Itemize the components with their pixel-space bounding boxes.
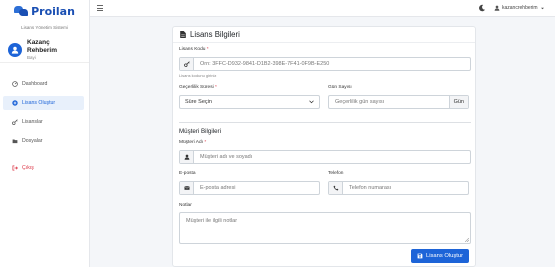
notes-placeholder: Müşteri ile ilgili notlar xyxy=(186,218,238,224)
license-code-label: Lisans Kodu * xyxy=(179,47,209,52)
brand-name: Proilan xyxy=(31,4,75,18)
notes-label: Notlar xyxy=(179,203,192,208)
user-menu[interactable]: kazancrehberim xyxy=(494,4,547,12)
customer-section-title: Müşteri Bilgileri xyxy=(179,128,221,135)
brand-subtitle: Lisans Yönetim Sistemi xyxy=(21,25,68,30)
dashboard-icon xyxy=(11,81,18,88)
card-header: Lisans Bilgileri xyxy=(173,27,475,43)
create-license-label: Lisans Oluştur xyxy=(425,253,464,259)
user-icon xyxy=(180,151,194,163)
user-role: Bayi xyxy=(27,54,36,60)
sidebar-item-dosyalar[interactable]: Dosyalar xyxy=(3,134,84,148)
user-icon xyxy=(11,46,19,54)
license-code-input[interactable] xyxy=(194,58,470,70)
validity-label: Geçerlilik Süresi * xyxy=(179,85,217,90)
document-icon xyxy=(180,31,186,38)
validity-select-value: Süre Seçin xyxy=(185,99,212,105)
key-icon xyxy=(11,119,18,126)
sidebar-item-label: Çıkış xyxy=(22,165,34,171)
email-field xyxy=(179,181,320,195)
save-icon xyxy=(417,253,423,259)
topbar-username: kazancrehberim xyxy=(502,5,538,11)
sidebar-item-lisans-olustur[interactable]: Lisans Oluştur xyxy=(3,96,84,110)
resize-grip-icon[interactable] xyxy=(465,238,469,242)
sidebar-item-label: Lisanslar xyxy=(22,119,43,125)
days-field: Gün xyxy=(328,95,469,109)
brand[interactable]: Proilan xyxy=(0,4,89,18)
customer-name-field xyxy=(179,150,471,164)
chat-bubbles-logo-icon xyxy=(14,6,29,16)
sidebar-item-dashboard[interactable]: Dashboard xyxy=(3,77,84,91)
folder-icon xyxy=(11,138,18,145)
validity-select[interactable]: Süre Seçin xyxy=(179,95,320,109)
sidebar-item-label: Dosyalar xyxy=(22,138,43,144)
sidebar-item-logout[interactable]: Çıkış xyxy=(3,161,84,175)
avatar xyxy=(8,42,22,57)
user-panel: Kazanç Rehberim Bayi xyxy=(0,38,89,63)
sidebar-nav: Dashboard Lisans Oluştur Lisanslar Dosya… xyxy=(0,77,89,175)
section-divider xyxy=(179,122,471,123)
license-code-help: Lisans kodunu giriniz xyxy=(179,73,217,78)
customer-name-label: Müşteri Adı * xyxy=(179,140,207,145)
user-name: Kazanç Rehberim xyxy=(27,38,57,54)
phone-field xyxy=(328,181,469,195)
chevron-down-icon xyxy=(309,100,314,104)
days-input[interactable] xyxy=(329,96,449,108)
phone-icon xyxy=(329,182,343,194)
create-license-button[interactable]: Lisans Oluştur xyxy=(411,249,469,263)
moon-icon[interactable] xyxy=(478,4,486,12)
days-label: Gün Sayısı xyxy=(328,85,352,90)
key-icon xyxy=(180,58,194,70)
phone-label: Telefon xyxy=(328,171,344,176)
user-icon xyxy=(494,5,500,11)
days-suffix: Gün xyxy=(448,96,468,108)
card-title: Lisans Bilgileri xyxy=(190,30,240,39)
topbar: kazancrehberim xyxy=(90,0,555,17)
sidebar-item-lisanslar[interactable]: Lisanslar xyxy=(3,115,84,129)
license-form-card: Lisans Bilgileri Lisans Kodu * Lisans ko… xyxy=(172,26,476,267)
envelope-icon xyxy=(180,182,194,194)
phone-input[interactable] xyxy=(343,182,468,194)
notes-textarea[interactable]: Müşteri ile ilgili notlar xyxy=(179,212,471,244)
caret-down-icon xyxy=(540,7,544,9)
hamburger-icon[interactable] xyxy=(97,5,103,11)
license-code-field xyxy=(179,57,471,71)
email-label: E-posta xyxy=(179,171,196,176)
sidebar-item-label: Lisans Oluştur xyxy=(22,100,56,106)
sidebar-item-label: Dashboard xyxy=(22,81,48,87)
sidebar: Proilan Lisans Yönetim Sistemi Kazanç Re… xyxy=(0,0,90,267)
logout-icon xyxy=(11,165,18,172)
plus-circle-icon xyxy=(11,100,18,107)
customer-name-input[interactable] xyxy=(194,151,470,163)
email-input[interactable] xyxy=(194,182,319,194)
